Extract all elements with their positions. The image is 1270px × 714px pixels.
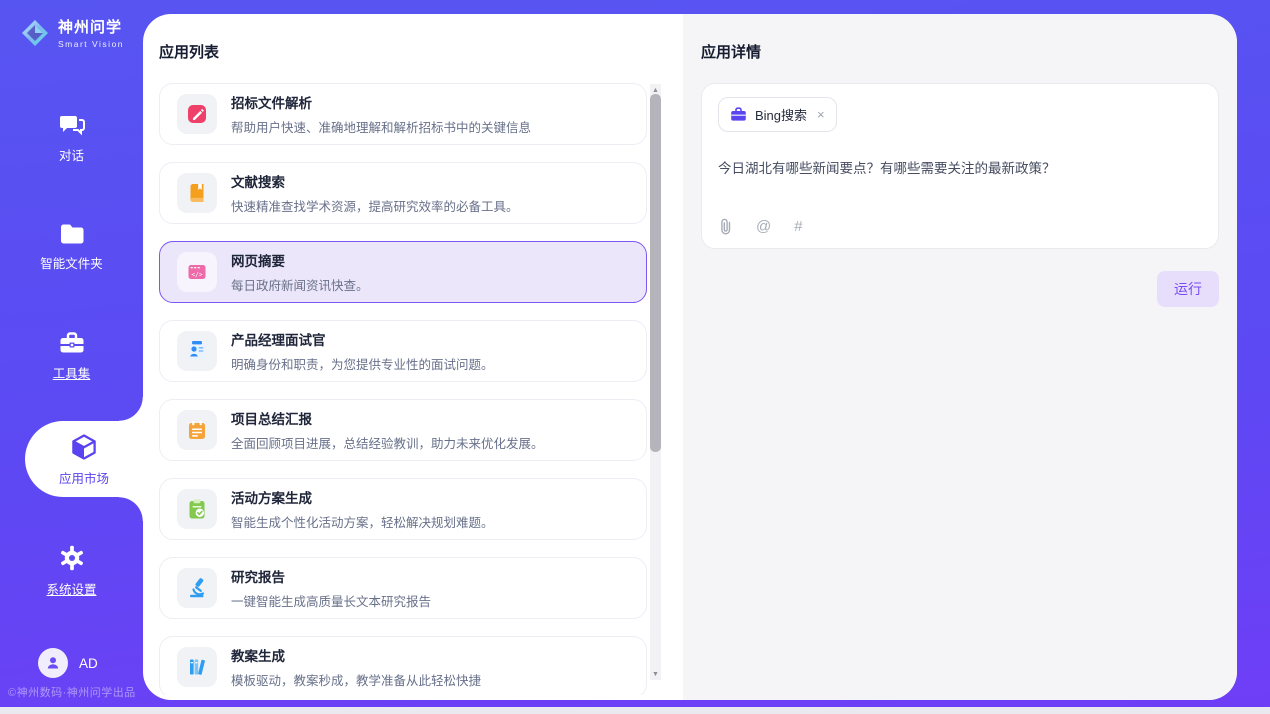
- sidebar-item-toolset[interactable]: 工具集: [0, 330, 143, 382]
- interviewer-icon: [177, 331, 217, 371]
- app-desc: 一键智能生成高质量长文本研究报告: [231, 591, 431, 610]
- main-content-card: 应用列表 招标文件解析 帮助用户快速、准确地理解和解析招标书中的关键信息: [143, 14, 1237, 700]
- app-card-project-summary[interactable]: 项目总结汇报 全面回顾项目进展，总结经验教训，助力未来优化发展。: [159, 399, 647, 461]
- briefcase-icon: [730, 107, 747, 122]
- calendar-icon: [177, 410, 217, 450]
- mention-icon[interactable]: @: [756, 218, 771, 235]
- app-name: 产品经理面试官: [231, 329, 494, 349]
- app-desc: 智能生成个性化活动方案，轻松解决规划难题。: [231, 512, 494, 531]
- app-card-event-plan[interactable]: 活动方案生成 智能生成个性化活动方案，轻松解决规划难题。: [159, 478, 647, 540]
- copyright-footer: ©神州数码·神州问学出品: [8, 684, 136, 700]
- scrollbar-thumb[interactable]: [650, 94, 661, 452]
- app-card-research-report[interactable]: 研究报告 一键智能生成高质量长文本研究报告: [159, 557, 647, 619]
- sidebar-item-label: 系统设置: [46, 579, 96, 598]
- tool-tag-label: Bing搜索: [755, 105, 807, 124]
- app-name: 活动方案生成: [231, 487, 494, 507]
- pen-square-icon: [177, 94, 217, 134]
- clipboard-check-icon: [177, 489, 217, 529]
- scroll-down-arrow-icon[interactable]: ▼: [650, 668, 661, 680]
- chat-icon: [58, 112, 86, 138]
- app-name: 文献搜索: [231, 171, 519, 191]
- folder-icon: [58, 222, 86, 246]
- svg-text:</>: </>: [191, 271, 202, 278]
- app-card-bid-document-analysis[interactable]: 招标文件解析 帮助用户快速、准确地理解和解析招标书中的关键信息: [159, 83, 647, 145]
- app-name: 招标文件解析: [231, 92, 531, 112]
- sidebar-item-label: 对话: [59, 145, 84, 164]
- app-name: 教案生成: [231, 645, 481, 665]
- query-composer[interactable]: Bing搜索 × 今日湖北有哪些新闻要点？有哪些需要关注的最新政策？ @ #: [701, 83, 1219, 249]
- brand-logo: 神州问学 Smart Vision: [20, 16, 124, 49]
- tool-tag-bing-search[interactable]: Bing搜索 ×: [718, 97, 837, 132]
- app-desc: 快速精准查找学术资源，提高研究效率的必备工具。: [231, 196, 519, 215]
- avatar: [38, 648, 68, 678]
- user-name: AD: [79, 656, 98, 671]
- brand-name: 神州问学: [58, 16, 124, 37]
- app-desc: 明确身份和职责，为您提供专业性的面试问题。: [231, 354, 494, 373]
- app-card-lesson-plan[interactable]: 教案生成 模板驱动，教案秒成，教学准备从此轻松快捷: [159, 636, 647, 695]
- run-button[interactable]: 运行: [1157, 271, 1219, 307]
- bottom-edge-strip: [0, 707, 1270, 714]
- brand-diamond-icon: [20, 18, 50, 48]
- browser-code-icon: </>: [177, 252, 217, 292]
- app-list-scrollbar[interactable]: ▲ ▼: [650, 84, 661, 680]
- app-list-title: 应用列表: [159, 41, 683, 62]
- app-desc: 全面回顾项目进展，总结经验教训，助力未来优化发展。: [231, 433, 544, 452]
- sidebar-item-app-market[interactable]: 应用市场: [25, 421, 143, 497]
- sidebar-item-chat[interactable]: 对话: [0, 112, 143, 164]
- sidebar-item-label: 工具集: [53, 363, 91, 382]
- app-name: 研究报告: [231, 566, 431, 586]
- microscope-icon: [177, 568, 217, 608]
- app-name: 网页摘要: [231, 250, 369, 270]
- brand-subtitle: Smart Vision: [58, 39, 124, 49]
- cube-icon: [69, 432, 99, 462]
- sidebar: 神州问学 Smart Vision 对话 智能文件夹: [0, 0, 143, 707]
- sidebar-item-label: 应用市场: [59, 468, 109, 487]
- app-card-literature-search[interactable]: 文献搜索 快速精准查找学术资源，提高研究效率的必备工具。: [159, 162, 647, 224]
- sidebar-item-smart-folder[interactable]: 智能文件夹: [0, 222, 143, 272]
- close-icon[interactable]: ×: [817, 108, 825, 121]
- app-desc: 模板驱动，教案秒成，教学准备从此轻松快捷: [231, 670, 481, 689]
- app-card-pm-interviewer[interactable]: 产品经理面试官 明确身份和职责，为您提供专业性的面试问题。: [159, 320, 647, 382]
- app-name: 项目总结汇报: [231, 408, 544, 428]
- app-desc: 帮助用户快速、准确地理解和解析招标书中的关键信息: [231, 117, 531, 136]
- book-icon: [177, 173, 217, 213]
- gear-icon: [58, 544, 86, 572]
- app-detail-title: 应用详情: [701, 41, 1219, 62]
- attachment-icon[interactable]: [719, 218, 733, 235]
- app-list: 招标文件解析 帮助用户快速、准确地理解和解析招标书中的关键信息 文献搜索 快速精…: [159, 83, 647, 695]
- app-desc: 每日政府新闻资讯快查。: [231, 275, 369, 294]
- books-icon: [177, 647, 217, 687]
- toolbox-icon: [58, 330, 86, 356]
- app-card-web-summary[interactable]: </> 网页摘要 每日政府新闻资讯快查。: [159, 241, 647, 303]
- sidebar-item-settings[interactable]: 系统设置: [0, 544, 143, 598]
- user-account[interactable]: AD: [38, 648, 98, 678]
- sidebar-item-label: 智能文件夹: [40, 253, 103, 272]
- app-list-pane: 应用列表 招标文件解析 帮助用户快速、准确地理解和解析招标书中的关键信息: [143, 14, 683, 700]
- hashtag-icon[interactable]: #: [794, 218, 802, 235]
- query-text[interactable]: 今日湖北有哪些新闻要点？有哪些需要关注的最新政策？: [718, 157, 1202, 177]
- app-detail-pane: 应用详情 Bing搜索 × 今日湖北有哪些新闻要点？有哪些需要关注的最新政策？: [683, 14, 1237, 700]
